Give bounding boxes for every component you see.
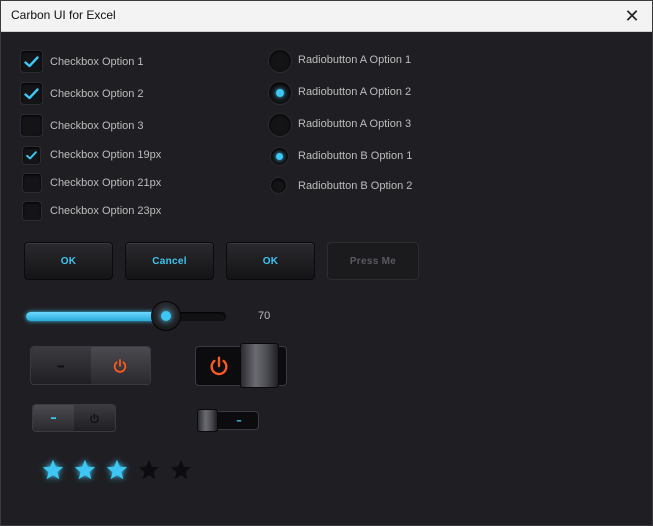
radio-b-option-1[interactable] bbox=[270, 147, 289, 166]
window-title: Carbon UI for Excel bbox=[11, 8, 116, 22]
close-icon[interactable]: ✕ bbox=[612, 1, 652, 31]
toggle-off-segment bbox=[74, 405, 115, 431]
toggle-minus-segment: – bbox=[220, 412, 258, 429]
value-slider[interactable] bbox=[26, 301, 226, 331]
slider-thumb-core bbox=[161, 311, 171, 321]
radio-a-option-2[interactable] bbox=[268, 81, 292, 105]
press-me-button[interactable]: Press Me bbox=[327, 242, 419, 280]
checkbox-option-1[interactable] bbox=[20, 50, 43, 73]
star-filled-icon[interactable] bbox=[105, 458, 129, 482]
checkbox-option-21px[interactable] bbox=[22, 173, 42, 193]
radio-a-option-1[interactable] bbox=[268, 49, 292, 73]
star-filled-icon[interactable] bbox=[41, 458, 65, 482]
app-window: Carbon UI for Excel ✕ Checkbox Option 1 … bbox=[0, 0, 653, 526]
radio-b-option-2[interactable] bbox=[270, 177, 287, 194]
radio-selected-dot bbox=[276, 89, 284, 97]
checkbox-option-23px[interactable] bbox=[22, 201, 42, 221]
toggle-on-segment bbox=[90, 347, 150, 384]
ok-button-2[interactable]: OK bbox=[226, 242, 315, 280]
toggle-knob[interactable] bbox=[197, 409, 218, 432]
checkbox-label: Checkbox Option 1 bbox=[50, 56, 144, 68]
checkmark-icon bbox=[24, 55, 39, 67]
checkbox-option-2[interactable] bbox=[20, 82, 43, 105]
minus-icon: – bbox=[236, 414, 242, 427]
toggle-power-segment bbox=[196, 347, 242, 385]
toggle-on-segment: – bbox=[33, 405, 74, 431]
power-icon bbox=[210, 356, 228, 376]
star-empty-icon[interactable] bbox=[137, 458, 161, 482]
radio-label: Radiobutton B Option 1 bbox=[298, 150, 413, 162]
checkmark-icon bbox=[24, 87, 39, 99]
star-filled-icon[interactable] bbox=[73, 458, 97, 482]
checkbox-option-19px[interactable] bbox=[22, 146, 41, 165]
slider-value: 70 bbox=[258, 310, 271, 322]
star-empty-icon[interactable] bbox=[169, 458, 193, 482]
checkbox-label: Checkbox Option 19px bbox=[50, 149, 162, 161]
checkbox-label: Checkbox Option 3 bbox=[50, 120, 144, 132]
slider-fill bbox=[26, 312, 166, 321]
checkbox-option-3[interactable] bbox=[20, 114, 43, 137]
power-toggle-large[interactable]: – bbox=[30, 346, 151, 385]
slider-thumb[interactable] bbox=[151, 301, 181, 331]
radio-label: Radiobutton B Option 2 bbox=[298, 180, 413, 192]
title-bar: Carbon UI for Excel ✕ bbox=[1, 1, 652, 32]
radio-label: Radiobutton A Option 1 bbox=[298, 54, 412, 66]
radio-a-option-3[interactable] bbox=[268, 113, 292, 137]
checkbox-label: Checkbox Option 21px bbox=[50, 177, 162, 189]
radio-selected-dot bbox=[276, 153, 283, 160]
minus-icon: – bbox=[50, 410, 57, 426]
power-icon bbox=[90, 413, 99, 423]
radio-label: Radiobutton A Option 2 bbox=[298, 86, 412, 98]
checkbox-label: Checkbox Option 23px bbox=[50, 205, 162, 217]
checkmark-icon bbox=[26, 151, 37, 160]
cancel-button[interactable]: Cancel bbox=[125, 242, 214, 280]
radio-label: Radiobutton A Option 3 bbox=[298, 118, 412, 130]
power-icon bbox=[114, 358, 127, 373]
power-toggle-small[interactable]: – bbox=[32, 404, 116, 432]
ok-button[interactable]: OK bbox=[24, 242, 113, 280]
toggle-off-segment: – bbox=[31, 347, 91, 384]
minus-icon: – bbox=[56, 356, 65, 375]
checkbox-label: Checkbox Option 2 bbox=[50, 88, 144, 100]
toggle-knob[interactable] bbox=[240, 343, 279, 388]
